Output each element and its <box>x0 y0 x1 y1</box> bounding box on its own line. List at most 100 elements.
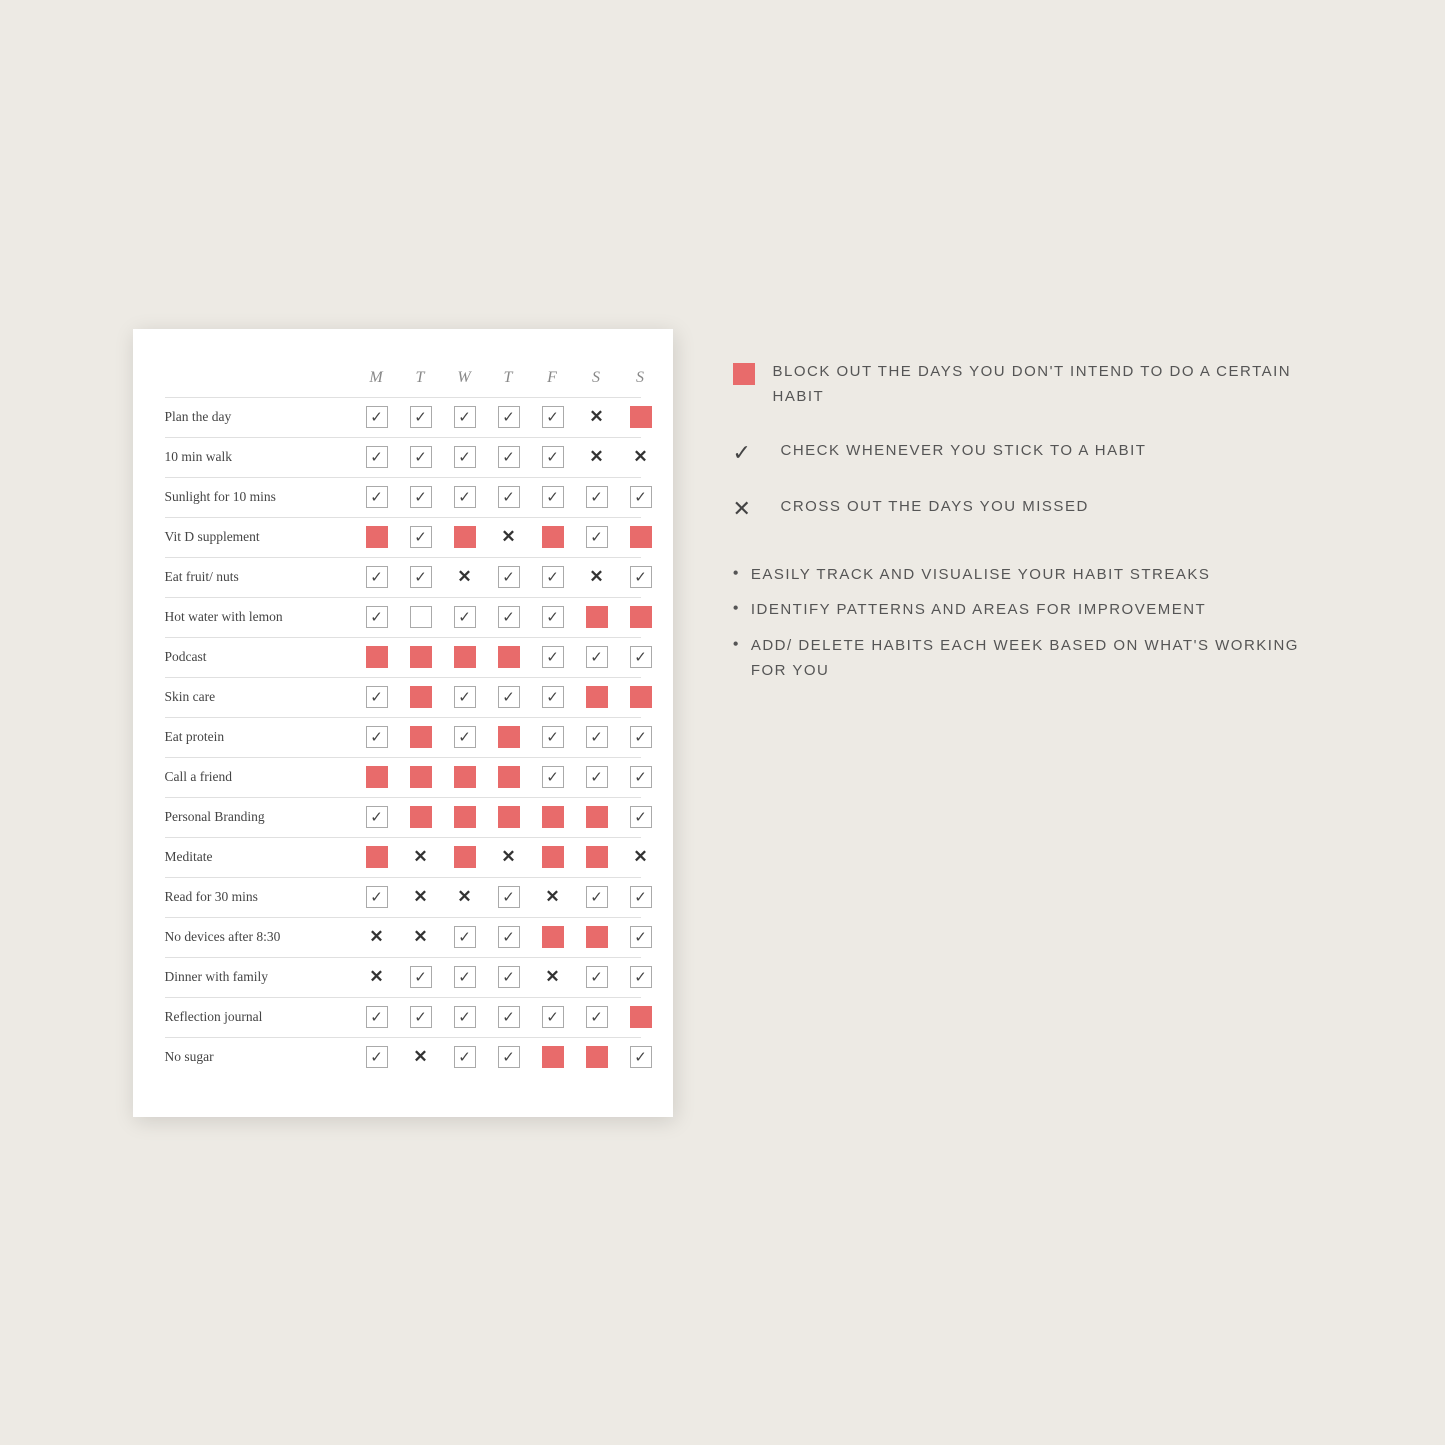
habit-cell <box>399 678 443 716</box>
day-header: T <box>399 369 443 387</box>
check-cell: ✓ <box>366 1006 388 1028</box>
habit-cell: ✕ <box>399 878 443 916</box>
checkmark-icon: ✓ <box>414 448 427 467</box>
habit-name: Eat fruit/ nuts <box>165 569 355 585</box>
red-block-cell <box>454 806 476 828</box>
habit-cell <box>487 638 531 676</box>
habit-checks: ✓✓✓✓ <box>355 678 663 716</box>
red-block-cell <box>542 806 564 828</box>
checkmark-icon: ✓ <box>370 488 383 507</box>
check-cell: ✓ <box>586 646 608 668</box>
habit-cell <box>619 598 663 636</box>
check-cell: ✓ <box>630 566 652 588</box>
habit-cell <box>487 718 531 756</box>
habit-cell <box>399 758 443 796</box>
check-legend-text: CHECK WHENEVER YOU STICK TO A HABIT <box>781 438 1147 464</box>
habit-cell <box>531 798 575 836</box>
habit-cell <box>399 718 443 756</box>
red-block-cell <box>366 526 388 548</box>
habit-cell: ✓ <box>487 438 531 476</box>
red-block-cell <box>410 686 432 708</box>
habit-cell: ✕ <box>619 838 663 876</box>
main-container: MTWTFSS Plan the day✓✓✓✓✓✕10 min walk✓✓✓… <box>73 269 1373 1177</box>
habit-cell <box>619 678 663 716</box>
check-cell: ✓ <box>410 566 432 588</box>
habit-row: No sugar✓✕✓✓✓ <box>165 1037 641 1077</box>
habit-cell: ✓ <box>487 998 531 1036</box>
red-block-cell <box>410 726 432 748</box>
check-cell: ✓ <box>366 686 388 708</box>
day-header: M <box>355 369 399 387</box>
red-block-icon <box>733 363 755 385</box>
red-block-cell <box>410 766 432 788</box>
habit-checks: ✕✕✓✓✓ <box>355 918 663 956</box>
checkmark-icon: ✓ <box>634 888 647 907</box>
check-cell: ✓ <box>630 486 652 508</box>
habit-name: Plan the day <box>165 409 355 425</box>
habit-cell: ✕ <box>355 918 399 956</box>
check-cell: ✓ <box>586 726 608 748</box>
habit-checks: ✓✓✓✓✓✓✓ <box>355 478 663 516</box>
day-header: T <box>487 369 531 387</box>
cross-cell: ✕ <box>369 967 383 987</box>
habit-cell: ✓ <box>531 638 575 676</box>
habit-cell: ✕ <box>399 838 443 876</box>
checkmark-icon: ✓ <box>414 968 427 987</box>
day-header: F <box>531 369 575 387</box>
checkmark-icon: ✓ <box>634 808 647 827</box>
habit-name: No sugar <box>165 1049 355 1065</box>
red-block-cell <box>586 806 608 828</box>
checkmark-icon: ✓ <box>502 968 515 987</box>
habit-name: Reflection journal <box>165 1009 355 1025</box>
habit-cell: ✓ <box>575 478 619 516</box>
red-block-cell <box>454 846 476 868</box>
habit-cell: ✓ <box>355 558 399 596</box>
red-block-cell <box>498 766 520 788</box>
habit-cell <box>487 798 531 836</box>
habit-row: Dinner with family✕✓✓✓✕✓✓ <box>165 957 641 997</box>
habit-cell: ✓ <box>487 878 531 916</box>
habit-name: Sunlight for 10 mins <box>165 489 355 505</box>
habit-cell <box>531 918 575 956</box>
checkmark-icon: ✓ <box>502 608 515 627</box>
check-cell: ✓ <box>410 406 432 428</box>
habit-row: Vit D supplement✓✕✓ <box>165 517 641 557</box>
habit-cell: ✓ <box>575 878 619 916</box>
habit-cell <box>575 678 619 716</box>
red-block-cell <box>498 646 520 668</box>
check-cell: ✓ <box>410 446 432 468</box>
red-block-cell <box>630 526 652 548</box>
cross-cell: ✕ <box>545 887 559 907</box>
habit-cell <box>531 838 575 876</box>
habit-name: Call a friend <box>165 769 355 785</box>
habit-row: Plan the day✓✓✓✓✓✕ <box>165 397 641 437</box>
habit-cell: ✓ <box>619 918 663 956</box>
habit-cell <box>531 518 575 556</box>
checkmark-icon: ✓ <box>546 1008 559 1027</box>
check-cell: ✓ <box>454 446 476 468</box>
checkmark-icon: ✓ <box>546 688 559 707</box>
habit-checks: ✓✓✓✓✓✓ <box>355 998 663 1036</box>
check-cell: ✓ <box>366 886 388 908</box>
tracker-card: MTWTFSS Plan the day✓✓✓✓✓✕10 min walk✓✓✓… <box>133 329 673 1117</box>
check-cell: ✓ <box>366 606 388 628</box>
bullet-item: •EASILY TRACK AND VISUALISE YOUR HABIT S… <box>733 562 1313 588</box>
habit-row: Meditate✕✕✕ <box>165 837 641 877</box>
habit-cell: ✕ <box>443 878 487 916</box>
check-cell: ✓ <box>542 566 564 588</box>
habit-name: Vit D supplement <box>165 529 355 545</box>
check-cell: ✓ <box>454 686 476 708</box>
habit-cell: ✓ <box>575 958 619 996</box>
red-block-cell <box>542 526 564 548</box>
check-cell: ✓ <box>542 646 564 668</box>
habit-cell: ✓ <box>531 398 575 436</box>
habit-cell: ✓ <box>399 478 443 516</box>
habit-cell <box>443 518 487 556</box>
check-cell: ✓ <box>366 446 388 468</box>
habit-cell <box>575 918 619 956</box>
checkmark-icon: ✓ <box>590 888 603 907</box>
checkmark-icon: ✓ <box>370 408 383 427</box>
habit-cell: ✓ <box>399 518 443 556</box>
checkmark-icon: ✓ <box>458 728 471 747</box>
habit-name: Dinner with family <box>165 969 355 985</box>
